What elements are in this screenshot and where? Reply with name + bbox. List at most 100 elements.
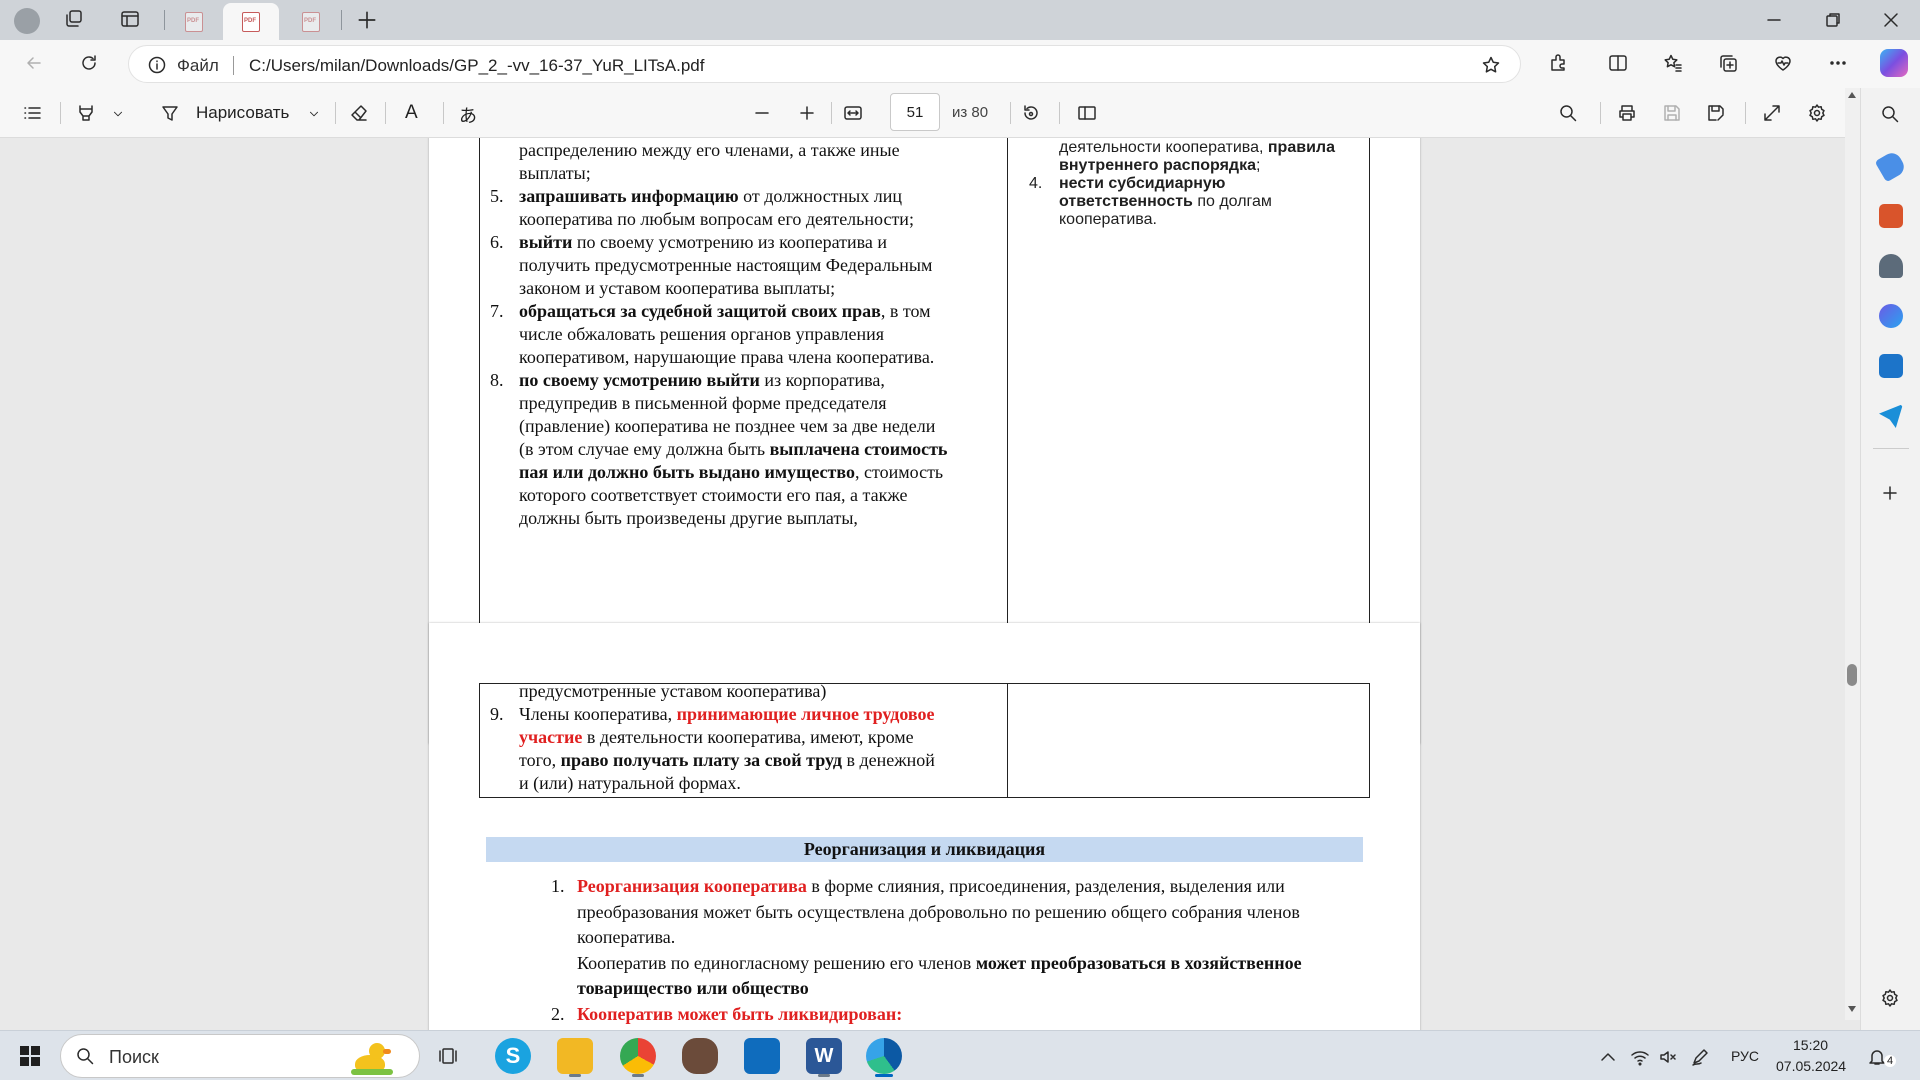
wifi-icon[interactable] bbox=[1630, 1047, 1650, 1067]
list-item: 1. Реорганизация кооператива в форме слия… bbox=[517, 874, 1379, 1002]
rotate-icon[interactable] bbox=[1021, 103, 1041, 123]
tab-pdf-active[interactable] bbox=[223, 3, 279, 40]
zoom-out-icon[interactable] bbox=[752, 103, 772, 123]
highlight-icon[interactable] bbox=[76, 103, 96, 123]
pen-icon[interactable] bbox=[1690, 1047, 1710, 1067]
workspaces-icon[interactable] bbox=[64, 9, 84, 29]
copilot-icon[interactable] bbox=[1880, 49, 1908, 77]
file-explorer-icon[interactable] bbox=[557, 1038, 593, 1077]
chevron-down-icon[interactable] bbox=[112, 108, 124, 120]
fit-width-icon[interactable] bbox=[843, 103, 863, 123]
close-icon[interactable] bbox=[1881, 10, 1901, 30]
skype-icon[interactable]: S bbox=[495, 1038, 531, 1074]
url-text[interactable]: C:/Users/milan/Downloads/GP_2_-vv_16-37_… bbox=[249, 56, 704, 76]
eraser-icon[interactable] bbox=[349, 103, 369, 123]
scroll-down-arrow-icon[interactable] bbox=[1848, 1006, 1856, 1012]
text-run: должны быть произведены другие выплаты, bbox=[519, 508, 858, 528]
tray-chevron-up-icon[interactable] bbox=[1598, 1047, 1618, 1067]
extensions-icon[interactable] bbox=[1548, 53, 1568, 73]
volume-muted-icon[interactable] bbox=[1658, 1047, 1678, 1067]
favorite-star-icon[interactable] bbox=[1481, 55, 1501, 75]
save-icon[interactable] bbox=[1662, 103, 1682, 123]
minimize-icon[interactable] bbox=[1764, 10, 1784, 30]
taskbar: Поиск S W РУС 15:20 07.05.2024 4 bbox=[0, 1030, 1920, 1080]
word-icon[interactable]: W bbox=[806, 1038, 842, 1077]
windows-start-icon[interactable] bbox=[20, 1046, 40, 1066]
text-line: предупредив в письменной форме председат… bbox=[519, 392, 1010, 415]
chevron-down-icon[interactable] bbox=[308, 108, 320, 120]
settings-gear-icon[interactable] bbox=[1807, 103, 1827, 123]
text-run: от должностных лиц bbox=[738, 186, 903, 206]
chrome-icon[interactable] bbox=[620, 1038, 656, 1077]
page-view-icon[interactable] bbox=[1077, 103, 1097, 123]
browser-essentials-icon[interactable] bbox=[1773, 53, 1793, 73]
shopping-tag-icon[interactable] bbox=[1874, 149, 1908, 183]
more-menu-icon[interactable] bbox=[1828, 53, 1848, 73]
list-item: 2. Кооператив может быть ликвидирован: bbox=[517, 1002, 1379, 1028]
game-app-icon[interactable] bbox=[682, 1038, 718, 1074]
scroll-thumb[interactable] bbox=[1847, 664, 1857, 686]
text-run: преобразования может быть осуществлена д… bbox=[577, 901, 1300, 922]
edge-icon[interactable] bbox=[866, 1038, 902, 1077]
refresh-icon[interactable] bbox=[79, 53, 99, 73]
draw-label[interactable]: Нарисовать bbox=[196, 103, 289, 123]
new-tab-plus-icon[interactable] bbox=[356, 9, 378, 31]
sidebar-search-icon[interactable] bbox=[1880, 104, 1900, 124]
list-number: 8. bbox=[490, 370, 504, 390]
read-aloud-icon[interactable]: A bbox=[405, 102, 418, 124]
page-number-input[interactable]: 51 bbox=[890, 93, 940, 131]
search-icon bbox=[75, 1046, 95, 1066]
microsoft-365-icon[interactable] bbox=[1879, 304, 1903, 328]
search-label: Поиск bbox=[109, 1047, 159, 1067]
clock-date[interactable]: 07.05.2024 bbox=[1776, 1058, 1846, 1074]
split-screen-icon[interactable] bbox=[1608, 53, 1628, 73]
games-icon[interactable] bbox=[1879, 254, 1903, 278]
sidebar-add-icon[interactable] bbox=[1880, 483, 1900, 503]
tab-pdf-3[interactable] bbox=[283, 3, 339, 40]
list-item: 5. запрашивать информацию от должностных … bbox=[490, 185, 1010, 231]
text-line: ответственность по долгам bbox=[1059, 193, 1359, 211]
text-line: (правление) кооператива не позднее чем з… bbox=[519, 415, 1010, 438]
contents-list-icon[interactable] bbox=[22, 103, 42, 123]
info-icon[interactable] bbox=[147, 55, 167, 75]
notification-count: 4 bbox=[1884, 1055, 1897, 1067]
list-item: 6. выйти по своему усмотрению из кооперат… bbox=[490, 231, 1010, 300]
favorites-icon[interactable] bbox=[1663, 53, 1683, 73]
pdf-page-52: предусмотренные уставом кооператива) 9. Ч… bbox=[429, 623, 1420, 1030]
fullscreen-icon[interactable] bbox=[1762, 103, 1782, 123]
pdf-viewer[interactable]: распределению между его членами, а также… bbox=[0, 138, 1857, 1030]
translate-icon[interactable]: あ bbox=[459, 102, 477, 128]
sidebar-settings-icon[interactable] bbox=[1880, 988, 1900, 1008]
tools-icon[interactable] bbox=[1879, 204, 1903, 228]
clock-time[interactable]: 15:20 bbox=[1793, 1037, 1828, 1053]
scroll-up-arrow-icon[interactable] bbox=[1848, 92, 1856, 98]
url-field[interactable]: Файл C:/Users/milan/Downloads/GP_2_-vv_1… bbox=[128, 45, 1521, 83]
save-as-icon[interactable] bbox=[1706, 103, 1726, 123]
draw-icon[interactable] bbox=[160, 103, 180, 123]
zoom-in-icon[interactable] bbox=[797, 103, 817, 123]
bold-text: обращаться за судебной защитой своих пра… bbox=[519, 301, 881, 321]
tab-actions-icon[interactable] bbox=[120, 9, 140, 29]
profile-avatar-icon[interactable] bbox=[14, 8, 40, 34]
print-icon[interactable] bbox=[1617, 103, 1637, 123]
text-line: того, право получать плату за свой труд … bbox=[519, 749, 1010, 772]
text-run: из корпоратива, bbox=[759, 370, 885, 390]
restore-icon[interactable] bbox=[1823, 10, 1843, 30]
vertical-scrollbar[interactable] bbox=[1845, 88, 1860, 1020]
list-number: 6. bbox=[490, 232, 504, 252]
task-view-icon[interactable] bbox=[438, 1046, 458, 1066]
language-indicator[interactable]: РУС bbox=[1731, 1048, 1759, 1064]
search-icon[interactable] bbox=[1558, 103, 1578, 123]
text-run: ; bbox=[1255, 157, 1261, 174]
taskbar-search-box[interactable]: Поиск bbox=[60, 1034, 420, 1078]
left-items: 5. запрашивать информацию от должностных … bbox=[490, 185, 1010, 530]
outlook-icon[interactable] bbox=[1879, 354, 1903, 378]
telegram-send-icon[interactable] bbox=[1879, 404, 1903, 428]
text-run: получить предусмотренные настоящим Федер… bbox=[519, 255, 933, 275]
text-line: Члены кооператива, принимающие личное тр… bbox=[519, 703, 1010, 726]
outlook-new-icon[interactable] bbox=[744, 1038, 780, 1074]
collections-icon[interactable] bbox=[1718, 53, 1738, 73]
list-number: 4. bbox=[1029, 175, 1043, 192]
tab-pdf-1[interactable] bbox=[166, 3, 222, 40]
back-arrow-icon[interactable] bbox=[24, 53, 44, 73]
